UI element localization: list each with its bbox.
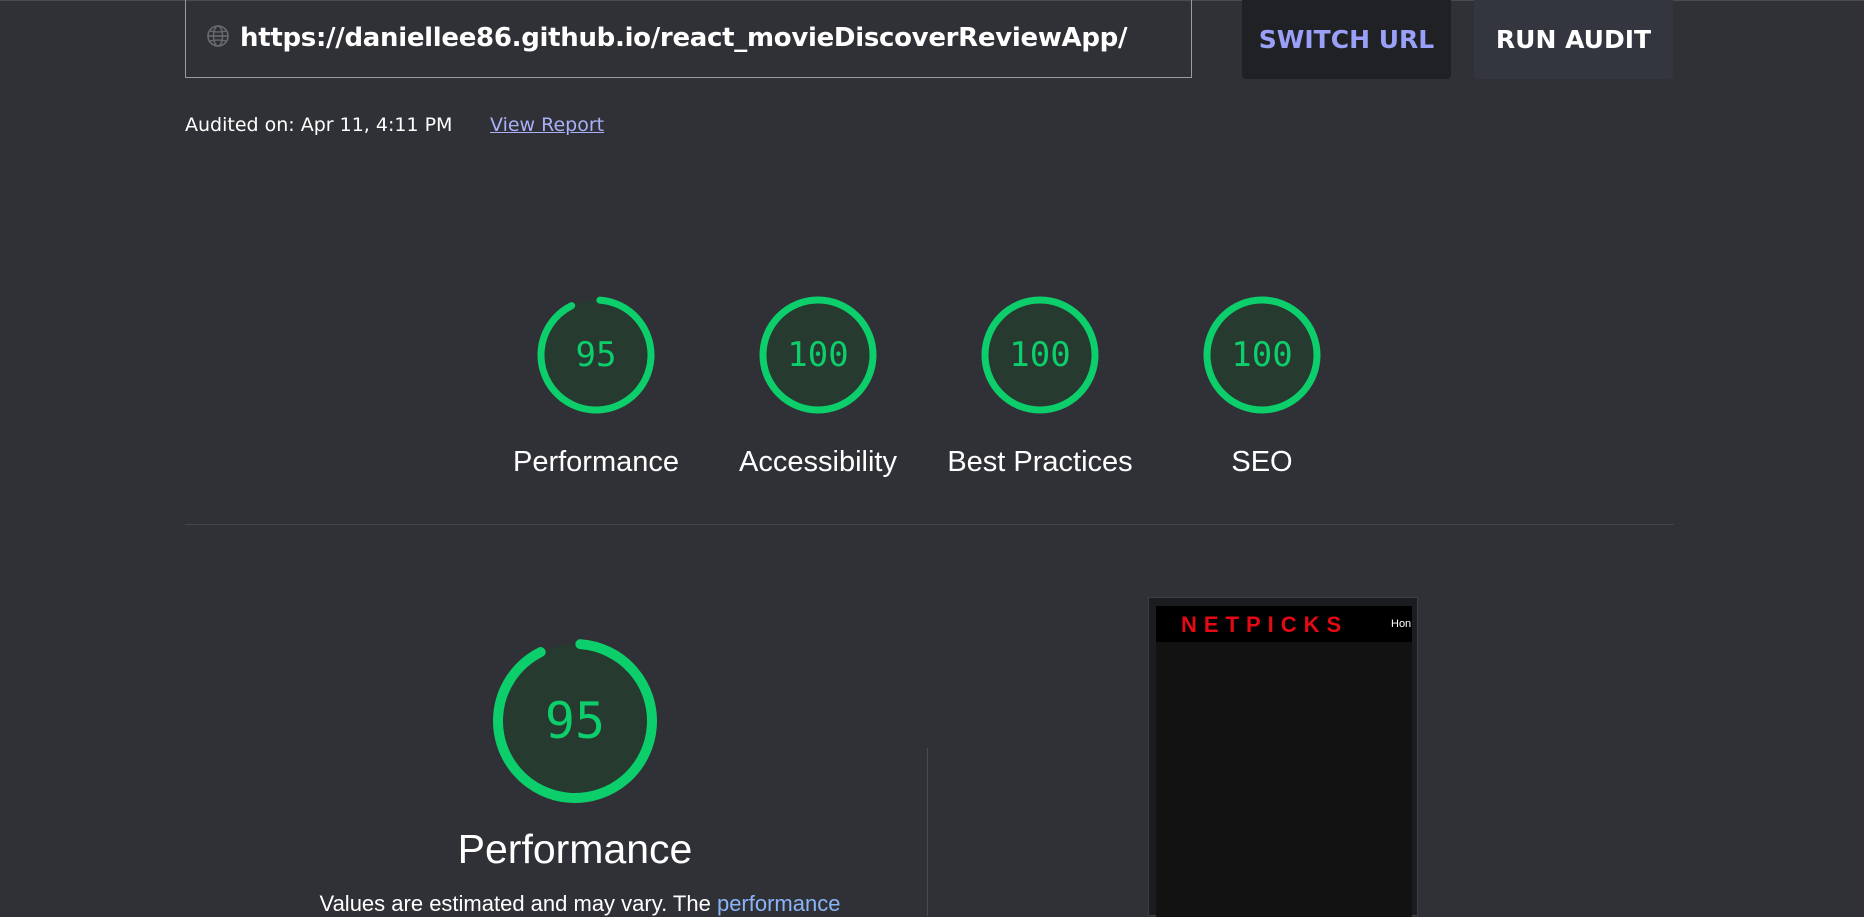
vertical-divider [927,748,928,916]
gauge-accessibility[interactable]: 100 [757,294,879,416]
gauge-score-performance: 95 [575,335,617,375]
gauge-label-performance: Performance [512,446,679,478]
screenshot-content: NETPICKS Hon [1156,606,1412,917]
performance-detail-gauge: 95 [490,636,660,806]
gauge-score-accessibility: 100 [787,335,849,375]
gauge-score-best-practices: 100 [1009,335,1071,375]
performance-description: Values are estimated and may vary. The p… [240,891,920,917]
description-text: Values are estimated and may vary. The [319,891,717,916]
url-input[interactable]: https://daniellee86.github.io/react_movi… [185,0,1192,78]
gauge-score-seo: 100 [1231,335,1293,375]
screenshot-header: NETPICKS Hon [1156,606,1412,642]
switch-url-button[interactable]: SWITCH URL [1242,0,1451,79]
gauge-performance[interactable]: 95 [535,294,657,416]
view-report-link[interactable]: View Report [490,114,604,136]
gauge-seo[interactable]: 100 [1201,294,1323,416]
performance-link[interactable]: performance [717,891,841,916]
performance-detail-title: Performance [457,826,693,872]
run-audit-button[interactable]: RUN AUDIT [1474,0,1673,79]
url-text: https://daniellee86.github.io/react_movi… [240,23,1128,53]
gauge-label-accessibility: Accessibility [739,446,897,478]
audited-on-text: Audited on: Apr 11, 4:11 PM [185,114,453,136]
gauge-label-best-practices: Best Practices [947,446,1133,478]
screenshot-nav-item: Hon [1391,618,1412,630]
performance-detail-score: 95 [544,692,606,750]
gauge-best-practices[interactable]: 100 [979,294,1101,416]
section-divider [185,524,1674,525]
netpicks-logo: NETPICKS [1181,612,1349,637]
gauge-label-seo: SEO [1231,446,1293,478]
globe-icon [206,24,230,48]
final-screenshot-thumbnail[interactable]: NETPICKS Hon [1148,597,1418,917]
